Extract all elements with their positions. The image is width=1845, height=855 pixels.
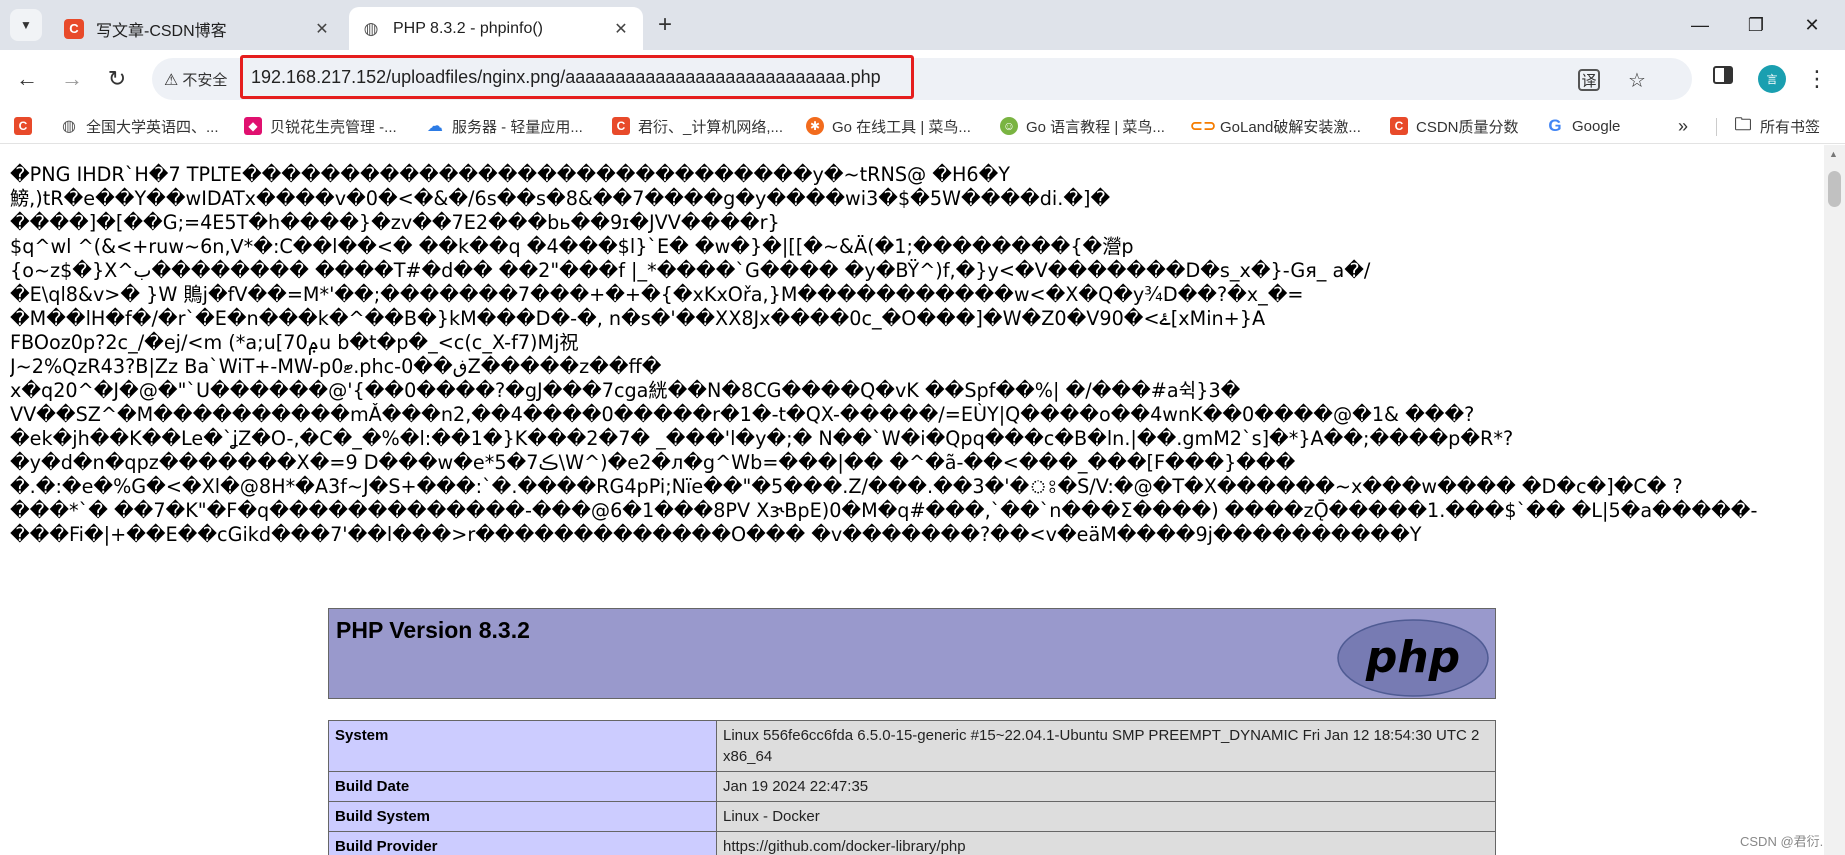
security-indicator[interactable]: ⚠ 不安全 [164, 69, 227, 90]
go-tool-icon: ✱ [806, 117, 824, 135]
tab-search-button[interactable]: ▼ [10, 9, 42, 41]
row-key: Build Provider [328, 831, 717, 855]
close-tab-button[interactable]: ✕ [611, 19, 631, 39]
tab-csdn-editor[interactable]: C 写文章-CSDN博客 ✕ [52, 7, 344, 50]
profile-avatar[interactable]: 言 [1758, 65, 1786, 93]
table-row: Build Date Jan 19 2024 22:47:35 [328, 771, 1496, 802]
new-tab-button[interactable]: + [650, 10, 680, 40]
tab-title: PHP 8.3.2 - phpinfo() [393, 19, 544, 37]
divider [1716, 118, 1717, 136]
bookmark-item[interactable]: ◆ 贝锐花生壳管理 -... [244, 115, 397, 137]
all-bookmarks-button[interactable]: 🗀 所有书签 [1734, 114, 1821, 137]
bookmark-item[interactable]: ☺ Go 语言教程 | 菜鸟... [1000, 115, 1165, 137]
tab-title: 写文章-CSDN博客 [96, 22, 227, 40]
garbage-line: {o~z$�}X^ب�������� ����T#�d�� ��2"���f |… [10, 259, 1371, 282]
row-value: https://github.com/docker-library/php [716, 831, 1496, 855]
minimize-button[interactable]: — [1680, 10, 1720, 40]
scroll-up-icon[interactable]: ▲ [1829, 149, 1838, 159]
row-key: Build Date [328, 771, 717, 802]
garbage-line: $q^wl ^(&<+ruw~6n,ᐯ*�:C��l��<� ��k��q �4… [10, 235, 1134, 258]
close-window-button[interactable]: ✕ [1792, 10, 1832, 40]
garbage-line: ���Fi�|+��E��cGikd���7'��l���>r���������… [10, 523, 1422, 546]
garbage-line: �E\ql8&v>� }W 鵙j�fV��=M*'��;�������7���+… [10, 283, 1304, 306]
table-row: Build Provider https://github.com/docker… [328, 831, 1496, 855]
bookmark-item[interactable]: G Google [1546, 115, 1620, 137]
phpinfo-header: PHP Version 8.3.2 php [328, 608, 1496, 699]
bookmark-star-icon[interactable]: ☆ [1624, 67, 1650, 93]
watermark: CSDN @君衍. [1740, 834, 1824, 849]
garbage-line: �ek�jh��K��Le�`ʝZ�O-,�C�_�%�l:��1�}K���2… [10, 427, 1514, 450]
vertical-scrollbar[interactable]: ▲ [1824, 145, 1845, 855]
globe-icon: ◍ [363, 18, 379, 38]
menu-kebab-icon[interactable]: ⋮ [1802, 62, 1832, 96]
reload-icon: ↻ [107, 66, 127, 91]
goland-icon: ⊂⊃ [1189, 118, 1217, 135]
bookmark-item[interactable]: C [14, 115, 40, 137]
php-logo-text: php [1365, 632, 1460, 683]
garbage-line: ���*`� ��7�K"�F�q�������������-���@6�1��… [10, 499, 1758, 522]
page-content: �PNG IHDR`H�7 TPLTE���������������������… [0, 145, 1824, 855]
url-text[interactable]: 192.168.217.152/uploadfiles/nginx.png/aa… [240, 55, 914, 99]
table-row: Build System Linux - Docker [328, 801, 1496, 832]
address-bar[interactable]: ⚠ 不安全 192.168.217.152/uploadfiles/nginx.… [152, 55, 1692, 100]
garbage-line: J~2%QzR43?B|Zz Ba`WiT+-MW-p0ޓ.phc-0��ڧZ�… [10, 355, 662, 378]
row-value: Linux - Docker [716, 801, 1496, 832]
csdn-logo-icon: C [612, 117, 630, 135]
reload-button[interactable]: ↻ [100, 62, 134, 96]
bookmarks-bar: C ◍ 全国大学英语四、... ◆ 贝锐花生壳管理 -... ☁ 服务器 - 轻量应用… [0, 108, 1845, 144]
csdn-logo-icon: C [64, 18, 84, 39]
csdn-logo-icon: C [1390, 117, 1408, 135]
warning-icon: ⚠ [164, 71, 179, 89]
garbage-line: �PNG IHDR`H�7 TPLTE���������������������… [10, 163, 1010, 186]
translate-icon[interactable]: 译 [1578, 69, 1600, 91]
close-tab-button[interactable]: ✕ [312, 19, 332, 39]
back-button[interactable]: ← [10, 62, 44, 96]
garbage-line: �M��lH�f�/�r`�E�n���k�^��B�}kM���D�-�, n… [10, 307, 1266, 330]
tab-strip: ▼ C 写文章-CSDN博客 ✕ ◍ PHP 8.3.2 - phpinfo()… [0, 0, 1845, 50]
php-logo-icon[interactable]: php [1337, 619, 1489, 697]
security-label: 不安全 [182, 72, 228, 89]
bookmark-item[interactable]: C CSDN质量分数 [1390, 115, 1519, 137]
runoob-icon: ☺ [1000, 117, 1018, 135]
garbage-line: 鰟,)tR�e��Y��wIDATx����v�0�<�&�/6s��s�8&�… [10, 187, 1111, 210]
folder-icon: 🗀 [1734, 114, 1752, 134]
forward-button[interactable]: → [55, 62, 89, 96]
tab-phpinfo[interactable]: ◍ PHP 8.3.2 - phpinfo() ✕ [349, 7, 643, 50]
csdn-logo-icon: C [14, 117, 32, 135]
forward-arrow-icon: → [61, 66, 83, 91]
row-key: Build System [328, 801, 717, 832]
maximize-button[interactable]: ❐ [1736, 10, 1776, 40]
side-panel-icon[interactable] [1712, 64, 1738, 94]
bookmark-item[interactable]: ◍ 全国大学英语四、... [60, 115, 219, 137]
chevron-down-icon: ▼ [20, 18, 32, 32]
back-arrow-icon: ← [16, 66, 38, 91]
bookmark-item[interactable]: ☁ 服务器 - 轻量应用... [426, 115, 583, 137]
garbage-line: FBOoz0p?2c_/�ej/<m (*a;u[ݦ70u b�t�p�_<c(… [10, 331, 579, 354]
globe-icon: ◍ [62, 118, 76, 135]
cube-icon: ◆ [244, 117, 262, 135]
toolbar: ← → ↻ ⚠ 不安全 192.168.217.152/uploadfiles/… [0, 50, 1845, 108]
phpinfo-table: System Linux 556fe6cc6fda 6.5.0-15-gener… [328, 720, 1496, 855]
table-row: System Linux 556fe6cc6fda 6.5.0-15-gener… [328, 720, 1496, 772]
row-key: System [328, 720, 717, 772]
garbage-line: VV��SZ^�M����������mǍ���n2,��4����0�����… [10, 403, 1475, 426]
row-value: Linux 556fe6cc6fda 6.5.0-15-generic #15~… [716, 720, 1496, 772]
row-value: Jan 19 2024 22:47:35 [716, 771, 1496, 802]
garbage-line: �.�:�e�%G�<�Xl�@8H*�A3f~J�S+���:`�.����R… [10, 475, 1683, 498]
google-icon: G [1548, 116, 1562, 135]
cloud-icon: ☁ [427, 118, 443, 135]
bookmark-item[interactable]: ⊂⊃ GoLand破解安装激... [1189, 115, 1361, 137]
garbage-line: x�q20^�J�@�"`U������@'{��0����?�gJ���7cg… [10, 379, 1241, 402]
bookmarks-overflow-button[interactable]: » [1678, 116, 1688, 137]
bookmark-item[interactable]: ✱ Go 在线工具 | 菜鸟... [806, 115, 971, 137]
raw-png-output: �PNG IHDR`H�7 TPLTE���������������������… [10, 163, 1810, 547]
scroll-thumb[interactable] [1828, 171, 1841, 207]
bookmark-item[interactable]: C 君衍、_计算机网络,... [612, 115, 783, 137]
garbage-line: ����]�[��G;=4E5T�h����}�zv��7E2���bь��9ɪ… [10, 211, 780, 234]
garbage-line: �y�d�n�qpz�������X�=9 D���w�e*5�7ڪ\W^)�e… [10, 451, 1296, 474]
php-version-title: PHP Version 8.3.2 [336, 617, 530, 643]
